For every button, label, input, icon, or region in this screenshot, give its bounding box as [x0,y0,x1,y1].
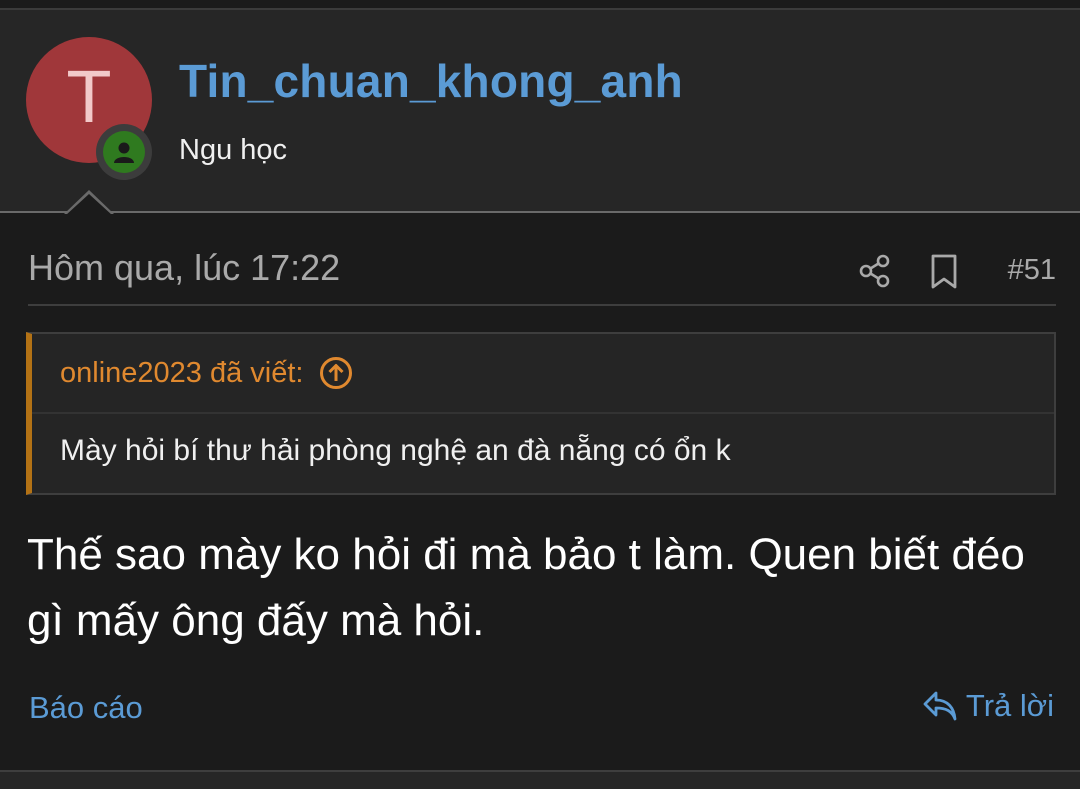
bookmark-icon[interactable] [928,254,960,290]
reply-label: Trả lời [965,688,1054,723]
arrow-up-circle-icon[interactable] [319,356,353,390]
online-status-badge [96,124,152,180]
reply-button[interactable]: Trả lời [922,688,1054,724]
bottom-divider [0,770,1080,789]
reply-icon [923,691,957,721]
quote-header: online2023 đã viết: [32,334,1054,414]
user-icon [114,142,134,163]
report-link[interactable]: Báo cáo [29,690,143,726]
post-body: Thế sao mày ko hỏi đi mà bảo t làm. Quen… [27,530,1025,645]
post-meta: Hôm qua, lúc 17:22 #51 [28,244,1056,306]
top-divider [0,0,1080,10]
post-number-link[interactable]: #51 [1008,254,1056,287]
quote-author-link[interactable]: online2023 đã viết: [60,357,303,390]
user-title: Ngu học [179,134,288,166]
quote-text: Mày hỏi bí thư hải phòng nghệ an đà nẵng… [60,434,731,467]
post-date[interactable]: Hôm qua, lúc 17:22 [28,247,340,289]
username-link[interactable]: Tin_chuan_khong_anh [179,54,683,108]
user-header: T Tin_chuan_khong_anh Ngu học [0,10,1080,213]
quote-block: online2023 đã viết: Mày hỏi bí thư hải p… [26,332,1056,495]
avatar-letter: T [66,55,112,138]
share-icon[interactable] [858,254,892,288]
